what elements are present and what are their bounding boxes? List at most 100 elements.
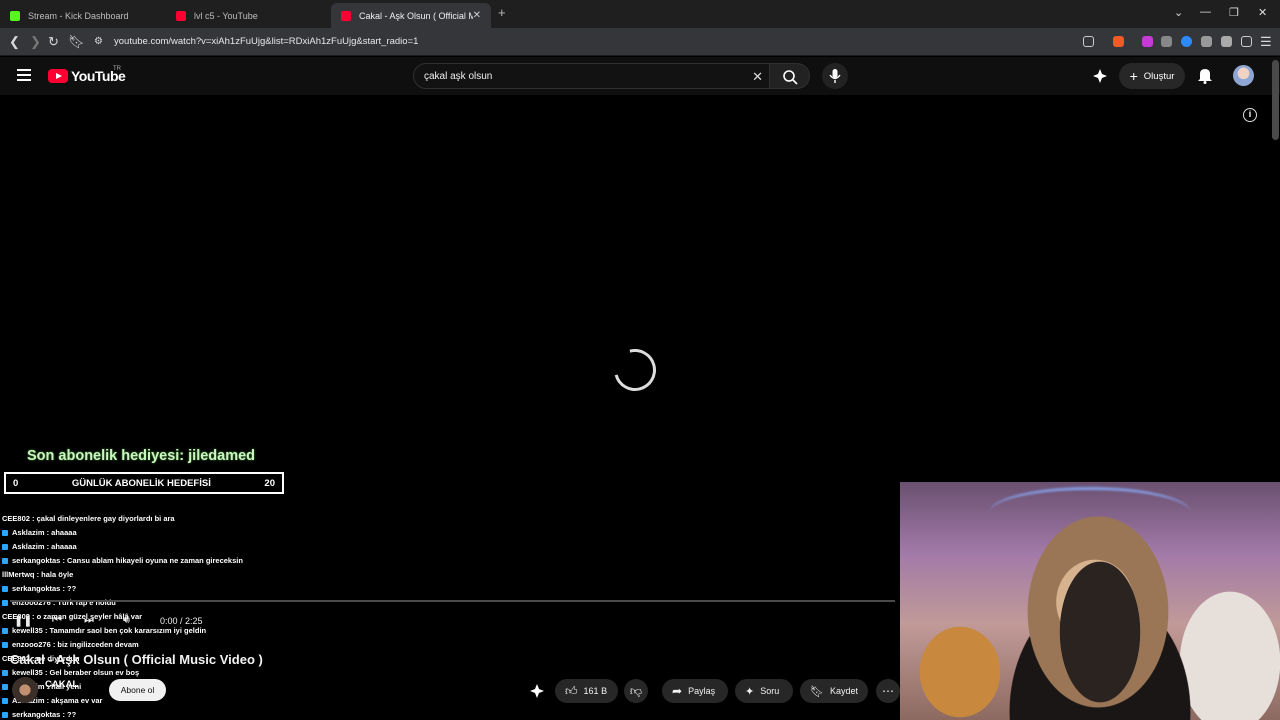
search-box[interactable]: çakal aşk olsun ✕ [413,63,770,89]
site-settings-icon[interactable]: ⚙ [94,36,103,47]
save-button[interactable]: 🔖︎ Kaydet [800,679,868,703]
previous-icon[interactable]: ⏮ [52,614,62,627]
time-display: 0:00 / 2:25 [160,616,203,626]
pause-icon[interactable]: ❚❚ [14,614,32,627]
plus-icon: + [1129,68,1138,84]
more-actions-button[interactable]: ⋯ [876,679,900,703]
subscriber-badge-icon [2,544,8,551]
clear-search-icon[interactable]: ✕ [752,69,763,85]
next-icon[interactable]: ⏭ [84,614,94,627]
thumbs-down-icon: 👎︎ [629,683,643,698]
subscribe-button[interactable]: Abone ol [109,679,166,701]
chat-message-text: serkangoktas : ?? [12,584,77,593]
chat-message: kewell35 : Tamamdır saol ben çok kararsı… [2,624,302,638]
chat-message-text: Asklazim : ahaaaa [12,528,77,537]
guide-menu-icon[interactable] [17,69,31,84]
cast-icon[interactable] [1083,36,1094,47]
goal-end: 20 [264,477,275,489]
voice-search-button[interactable] [822,63,848,89]
microphone-icon [829,69,841,83]
restore-icon[interactable]: ❐ [1229,6,1239,19]
avatar[interactable] [1233,65,1254,86]
goal-label: GÜNLÜK ABONELİK HEDEFİSİ [71,477,211,489]
subscriber-badge-icon [2,586,8,593]
search-icon [783,70,798,85]
country-code: TR [113,66,121,72]
tab-cakal-video[interactable]: Cakal - Aşk Olsun ( Official Musi ✕ [331,3,491,28]
close-window-icon[interactable]: ✕ [1258,6,1267,19]
like-button[interactable]: 👍︎ 161 B [555,679,618,703]
youtube-header: YouTube TR çakal aşk olsun ✕ + Oluştur [0,57,1280,95]
bookmark-icon[interactable]: 🔖︎ [68,34,85,50]
chat-message: Asklazim : ahaaaa [2,540,302,554]
close-tab-icon[interactable]: ✕ [473,10,481,21]
chat-message: kewell35 : Gel beraber olsun ev boş [2,666,302,680]
subscriber-badge-icon [2,698,8,705]
ask-label: Soru [760,686,780,696]
subscriber-badge-icon [2,558,8,565]
premium-sparkle-icon[interactable] [1092,68,1108,84]
chat-message: serkangoktas : ?? [2,582,302,596]
info-icon[interactable]: i [1243,108,1257,122]
url-field[interactable]: youtube.com/watch?v=xiAh1zFuUjg&list=RDx… [114,36,418,47]
save-label: Kaydet [829,686,858,696]
chat-message-text: enzooo276 : biz ingilizceden devam [12,640,139,649]
back-icon[interactable]: ❮ [9,34,20,50]
ask-sparkle-icon[interactable] [529,683,545,699]
chat-message: CEE802 : o zaman güzel şeyler hâlâ var [2,610,302,624]
webcam-overlay [900,482,1280,720]
extension-icon[interactable] [1181,36,1192,47]
thumbs-up-icon: 👍︎ [565,683,578,698]
share-icon: ➦ [672,684,683,698]
forward-icon[interactable]: ❯ [30,34,41,50]
create-button[interactable]: + Oluştur [1119,63,1185,89]
chat-message: CEE802 : çakal dinleyenlere gay diyorlar… [2,512,302,526]
chat-message-text: kewell35 : Tamamdır saol ben çok kararsı… [12,626,207,635]
tab-title: Stream - Kick Dashboard [28,10,129,21]
youtube-play-icon [48,69,68,83]
more-icon: ⋯ [882,684,894,698]
page-scrollbar[interactable] [1272,60,1279,140]
subscriber-badge-icon [2,628,8,635]
tab-title: lvl c5 - YouTube [194,10,258,21]
tab-kick-dashboard[interactable]: Stream - Kick Dashboard [0,3,165,28]
kick-icon [10,10,20,21]
channel-avatar[interactable] [12,677,38,703]
puzzle-icon[interactable] [1201,36,1212,47]
new-tab-icon[interactable]: + [498,5,506,20]
volume-icon[interactable]: 🔊︎ [123,614,130,627]
menu-icon[interactable]: ☰ [1260,34,1272,50]
music-icon[interactable] [1221,36,1232,47]
search-button[interactable] [770,63,810,89]
address-bar: ❮ ❯ ↻ 🔖︎ ⚙ youtube.com/watch?v=xiAh1zFuU… [0,28,1280,56]
share-label: Paylaş [688,686,716,696]
share-button[interactable]: ➦ Paylaş [662,679,728,703]
search-input[interactable]: çakal aşk olsun [424,71,492,82]
chat-message: enzooo276 : Türk rap'e noldu [2,596,302,610]
subscriber-badge-icon [2,530,8,537]
tab-search-icon[interactable]: ⌄ [1174,6,1183,19]
extension-icon[interactable] [1161,36,1172,47]
subscriber-badge-icon [2,600,8,607]
sidebar-icon[interactable] [1241,36,1252,47]
subscriber-badge-icon [2,642,8,649]
notifications-bell-icon[interactable] [1197,67,1213,84]
extension-icon[interactable] [1142,36,1153,47]
dislike-button[interactable]: 👎︎ [624,679,648,703]
chat-message-text: Asklazim : ahaaaa [12,542,77,551]
subscriber-badge-icon [2,712,8,719]
progress-bar[interactable] [10,600,895,602]
minimize-icon[interactable]: — [1200,6,1211,18]
chat-message-text: kewell35 : Gel beraber olsun ev boş [12,668,140,677]
chat-message: serkangoktas : ?? [2,708,302,720]
brave-shield-icon[interactable] [1113,36,1124,47]
tab-youtube-lvl[interactable]: lvl c5 - YouTube [166,3,331,28]
ask-button[interactable]: ✦ Soru [735,679,793,703]
youtube-favicon-icon [341,10,351,21]
channel-name[interactable]: ÇAKAL [45,679,78,690]
reload-icon[interactable]: ↻ [48,34,59,50]
browser-tab-bar: Stream - Kick Dashboard lvl c5 - YouTube… [0,0,1280,28]
video-title: Cakal - Aşk Olsun ( Official Music Video… [10,652,263,667]
string-lights [990,487,1190,537]
youtube-favicon-icon [176,10,186,21]
